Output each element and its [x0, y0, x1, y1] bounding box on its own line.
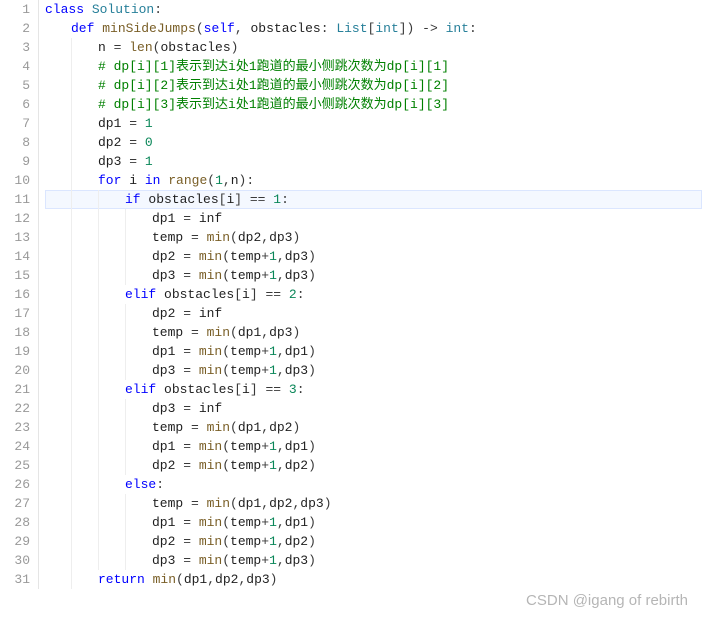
line-number: 18	[0, 323, 30, 342]
line-number: 26	[0, 475, 30, 494]
code-line: dp1 = 1	[45, 114, 702, 133]
line-number: 4	[0, 57, 30, 76]
code-line: dp1 = min(temp+1,dp1)	[45, 513, 702, 532]
line-number: 13	[0, 228, 30, 247]
line-number: 14	[0, 247, 30, 266]
line-number: 16	[0, 285, 30, 304]
line-number: 27	[0, 494, 30, 513]
line-number: 17	[0, 304, 30, 323]
code-line: dp2 = 0	[45, 133, 702, 152]
line-number: 20	[0, 361, 30, 380]
line-number: 29	[0, 532, 30, 551]
line-number: 19	[0, 342, 30, 361]
code-line: n = len(obstacles)	[45, 38, 702, 57]
line-number: 12	[0, 209, 30, 228]
line-number: 22	[0, 399, 30, 418]
code-line: elif obstacles[i] == 3:	[45, 380, 702, 399]
line-number: 23	[0, 418, 30, 437]
line-number: 28	[0, 513, 30, 532]
code-line: dp2 = inf	[45, 304, 702, 323]
code-line: temp = min(dp1,dp3)	[45, 323, 702, 342]
code-line: dp3 = min(temp+1,dp3)	[45, 361, 702, 380]
code-line: dp3 = min(temp+1,dp3)	[45, 551, 702, 570]
code-line: dp2 = min(temp+1,dp2)	[45, 532, 702, 551]
code-line: temp = min(dp1,dp2,dp3)	[45, 494, 702, 513]
code-line: def minSideJumps(self, obstacles: List[i…	[45, 19, 702, 38]
line-number: 9	[0, 152, 30, 171]
code-line: else:	[45, 475, 702, 494]
line-number: 1	[0, 0, 30, 19]
code-line: for i in range(1,n):	[45, 171, 702, 190]
code-line: dp3 = min(temp+1,dp3)	[45, 266, 702, 285]
code-area: class Solution:def minSideJumps(self, ob…	[45, 0, 702, 589]
code-line: dp1 = min(temp+1,dp1)	[45, 437, 702, 456]
line-number: 24	[0, 437, 30, 456]
code-line: dp2 = min(temp+1,dp3)	[45, 247, 702, 266]
code-editor: 1234567891011121314151617181920212223242…	[0, 0, 702, 589]
code-line: temp = min(dp2,dp3)	[45, 228, 702, 247]
line-number: 11	[0, 190, 30, 209]
line-number: 25	[0, 456, 30, 475]
code-line: # dp[i][2]表示到达i处1跑道的最小侧跳次数为dp[i][2]	[45, 76, 702, 95]
line-number: 21	[0, 380, 30, 399]
code-line: # dp[i][1]表示到达i处1跑道的最小侧跳次数为dp[i][1]	[45, 57, 702, 76]
line-number: 3	[0, 38, 30, 57]
code-line: temp = min(dp1,dp2)	[45, 418, 702, 437]
line-number: 31	[0, 570, 30, 589]
code-line: # dp[i][3]表示到达i处1跑道的最小侧跳次数为dp[i][3]	[45, 95, 702, 114]
code-line: dp2 = min(temp+1,dp2)	[45, 456, 702, 475]
line-number: 10	[0, 171, 30, 190]
code-line: class Solution:	[45, 0, 702, 19]
code-line: if obstacles[i] == 1:	[45, 190, 702, 209]
line-number: 30	[0, 551, 30, 570]
code-line: return min(dp1,dp2,dp3)	[45, 570, 702, 589]
line-number: 15	[0, 266, 30, 285]
code-line: dp1 = inf	[45, 209, 702, 228]
line-number: 7	[0, 114, 30, 133]
code-line: elif obstacles[i] == 2:	[45, 285, 702, 304]
line-number: 5	[0, 76, 30, 95]
code-line: dp1 = min(temp+1,dp1)	[45, 342, 702, 361]
watermark-text: CSDN @igang of rebirth	[526, 591, 688, 610]
line-number-gutter: 1234567891011121314151617181920212223242…	[0, 0, 39, 589]
line-number: 8	[0, 133, 30, 152]
line-number: 6	[0, 95, 30, 114]
code-line: dp3 = inf	[45, 399, 702, 418]
code-line: dp3 = 1	[45, 152, 702, 171]
line-number: 2	[0, 19, 30, 38]
